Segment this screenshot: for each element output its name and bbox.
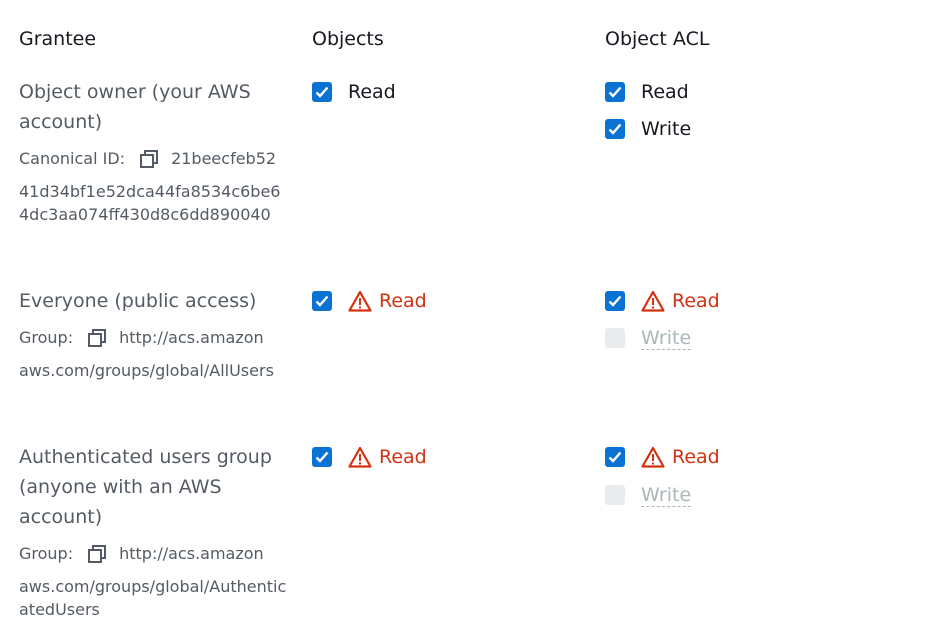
- canonical-id-label: Canonical ID:: [19, 149, 126, 168]
- acl-write-permission: Write: [605, 483, 692, 507]
- acl-write-permission: Write: [605, 326, 692, 350]
- warning-icon: [641, 290, 665, 312]
- objects-read-permission: Read: [312, 445, 427, 469]
- acl-write-checkbox-disabled: [605, 485, 625, 505]
- header-object-acl: Object ACL: [605, 28, 710, 50]
- header-objects: Objects: [312, 28, 384, 50]
- header-grantee: Grantee: [19, 28, 97, 50]
- acl-read-permission: Read: [605, 289, 720, 313]
- objects-read-label: Read: [379, 446, 427, 468]
- objects-read-label: Read: [348, 81, 396, 103]
- acl-read-permission: Read: [605, 80, 689, 104]
- group-label: Group:: [19, 544, 74, 563]
- group-uri-rest: aws.com/groups/global/AllUsers: [19, 361, 274, 380]
- objects-read-checkbox[interactable]: [312, 82, 332, 102]
- copy-icon[interactable]: [87, 544, 107, 564]
- acl-read-checkbox[interactable]: [605, 447, 625, 467]
- acl-read-label: Read: [672, 446, 720, 468]
- warning-icon: [348, 446, 372, 468]
- objects-read-label: Read: [379, 290, 427, 312]
- acl-read-checkbox[interactable]: [605, 291, 625, 311]
- acl-write-label: Write: [641, 118, 692, 140]
- objects-read-permission: Read: [312, 289, 427, 313]
- grantee-name: Everyone (public access): [19, 290, 257, 312]
- canonical-id-value-rest: 41d34bf1e52dca44fa8534c6be64dc3aa074ff43…: [19, 182, 281, 224]
- group-uri-start: http://acs.amazon: [119, 328, 264, 347]
- grantee-name: Object owner (your AWS account): [19, 81, 251, 133]
- acl-read-label: Read: [641, 81, 689, 103]
- acl-write-checkbox[interactable]: [605, 119, 625, 139]
- warning-icon: [348, 290, 372, 312]
- acl-permissions-table: Grantee Objects Object ACL Object owner …: [0, 0, 931, 643]
- acl-read-permission: Read: [605, 445, 720, 469]
- group-uri-rest: aws.com/groups/global/AuthenticatedUsers: [19, 577, 287, 619]
- group-id-line: Group: http://acs.amazon: [19, 328, 264, 348]
- canonical-id-line: Canonical ID: 21beecfeb52: [19, 149, 276, 169]
- grantee-name: Authenticated users group (anyone with a…: [19, 446, 272, 528]
- objects-read-permission: Read: [312, 80, 396, 104]
- group-uri-start: http://acs.amazon: [119, 544, 264, 563]
- copy-icon[interactable]: [139, 149, 159, 169]
- group-label: Group:: [19, 328, 74, 347]
- objects-read-checkbox[interactable]: [312, 291, 332, 311]
- acl-read-label: Read: [672, 290, 720, 312]
- group-id-line: Group: http://acs.amazon: [19, 544, 264, 564]
- copy-icon[interactable]: [87, 328, 107, 348]
- acl-write-label: Write: [641, 326, 692, 350]
- objects-read-checkbox[interactable]: [312, 447, 332, 467]
- warning-icon: [641, 446, 665, 468]
- acl-write-label: Write: [641, 483, 692, 507]
- acl-write-checkbox-disabled: [605, 328, 625, 348]
- acl-read-checkbox[interactable]: [605, 82, 625, 102]
- canonical-id-value-start: 21beecfeb52: [171, 149, 277, 168]
- acl-write-permission: Write: [605, 117, 691, 141]
